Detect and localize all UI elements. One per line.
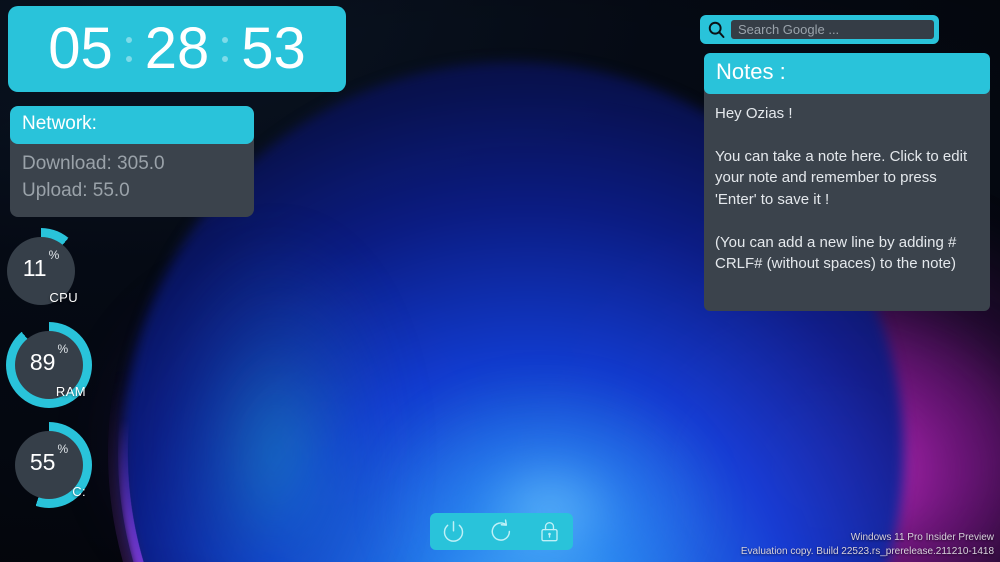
watermark-line-1: Windows 11 Pro Insider Preview (850, 532, 994, 543)
gauge-disk-c: 55 % C: (6, 422, 92, 508)
clock-colon-1 (125, 27, 132, 71)
clock-minutes: 28 (144, 16, 210, 81)
clock-widget: 05 28 53 (8, 6, 346, 92)
gauge-disk-c-value: 55 (29, 448, 56, 475)
clock-hours: 05 (48, 16, 113, 81)
gauge-cpu-label: CPU (49, 290, 78, 305)
gauge-ram-label: RAM (55, 384, 86, 399)
gauge-ram-value: 89 (29, 348, 56, 375)
clock-colon-2 (222, 27, 229, 71)
gauge-disk-c-label: C: (72, 484, 86, 499)
watermark-line-2: Evaluation copy. Build 22523.rs_prerelea… (740, 545, 994, 557)
search-icon (706, 19, 727, 40)
lock-button[interactable] (534, 517, 564, 547)
power-actions-bar (430, 513, 573, 550)
search-widget[interactable]: Search Google ... (700, 15, 939, 44)
notes-widget[interactable]: Notes : Hey Ozias ! You can take a note … (704, 53, 990, 311)
notes-title: Notes : (704, 53, 990, 94)
search-input[interactable]: Search Google ... (730, 19, 935, 40)
windows-watermark: Windows 11 Pro Insider Preview Evaluatio… (741, 531, 994, 558)
gauge-cpu: 11 % CPU (0, 228, 84, 314)
restart-button[interactable] (486, 517, 516, 547)
gauge-cpu-value: 11 (22, 254, 47, 281)
network-widget: Network: Download: 305.0 Upload: 55.0 (10, 106, 254, 217)
notes-body[interactable]: Hey Ozias ! You can take a note here. Cl… (704, 94, 990, 311)
network-upload: Upload: 55.0 (22, 179, 130, 201)
clock-seconds: 53 (241, 16, 306, 81)
network-body: Download: 305.0 Upload: 55.0 (10, 144, 254, 217)
gauge-cpu-percent-symbol: % (48, 248, 60, 262)
power-button[interactable] (439, 517, 469, 547)
gauge-disk-c-percent-symbol: % (57, 442, 69, 456)
desktop: 05 28 53 Network: Download: 305.0 Upload… (0, 0, 1000, 562)
network-title: Network: (10, 106, 254, 144)
network-download: Download: 305.0 (22, 153, 165, 174)
gauge-ram-percent-symbol: % (57, 342, 69, 356)
gauge-ram: 89 % RAM (6, 322, 92, 408)
